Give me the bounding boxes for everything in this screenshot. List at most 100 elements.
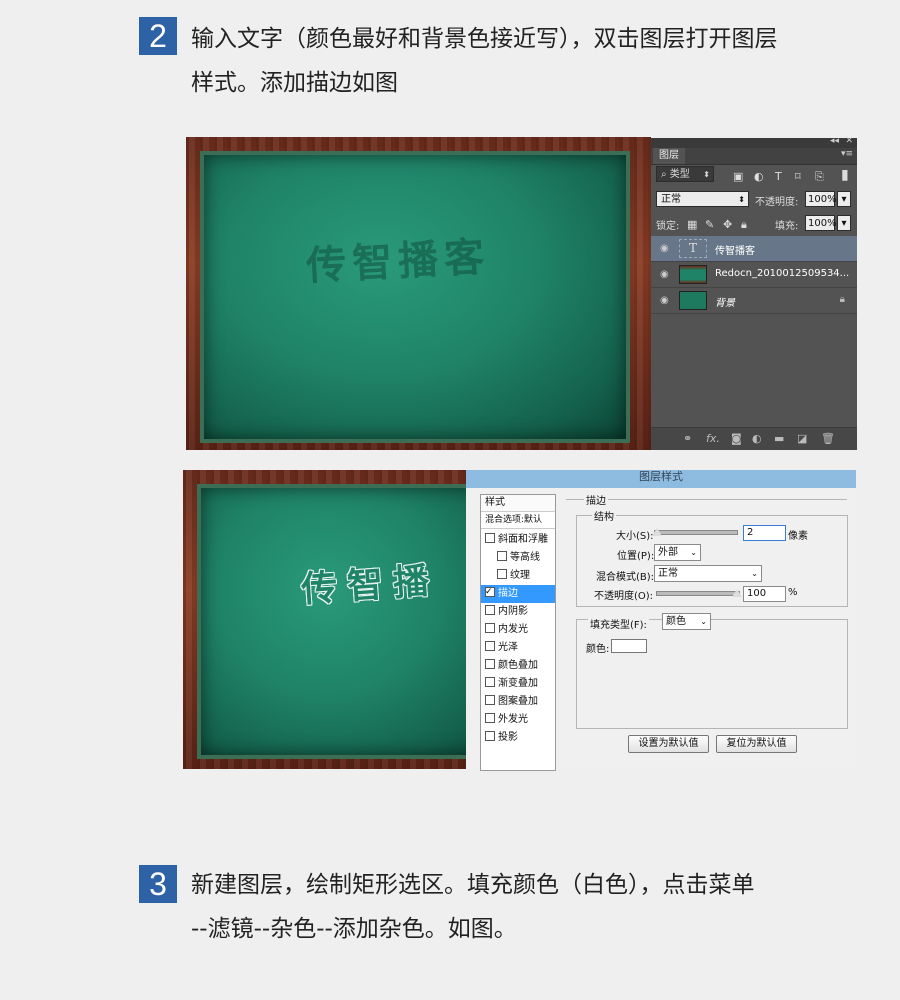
size-slider[interactable]	[654, 530, 738, 535]
style-item[interactable]: 等高线	[481, 549, 555, 567]
dialog-title: 图层样式	[466, 470, 856, 488]
panel-menu-icon[interactable]: ▾≡	[841, 149, 853, 159]
tab-layers[interactable]: 图层	[653, 148, 685, 164]
fill-type-select[interactable]: 颜色 ⌄	[662, 613, 711, 630]
style-item[interactable]: 斜面和浮雕	[481, 531, 555, 549]
style-item[interactable]: 图案叠加	[481, 693, 555, 711]
style-checkbox[interactable]	[497, 551, 507, 561]
style-item[interactable]: 渐变叠加	[481, 675, 555, 693]
style-item[interactable]: 颜色叠加	[481, 657, 555, 675]
style-item[interactable]: 外发光	[481, 711, 555, 729]
adjustment-icon[interactable]: ◐	[752, 432, 762, 445]
style-item-label: 内阴影	[498, 606, 528, 617]
link-icon[interactable]: ⚭	[683, 432, 692, 445]
style-checkbox[interactable]	[485, 713, 495, 723]
styles-header[interactable]: 样式	[481, 495, 555, 512]
blend-mode-value: 正常	[661, 194, 681, 205]
opacity-input[interactable]: 100%	[805, 191, 837, 207]
style-checkbox[interactable]	[485, 605, 495, 615]
eye-icon[interactable]: ◉	[660, 269, 669, 280]
step-2-line2: 样式。添加描边如图	[191, 70, 398, 96]
blackboard-surface	[204, 155, 626, 439]
filter-toggle-icon[interactable]: ▮	[841, 167, 849, 183]
lock-all-icon[interactable]: 🔒︎	[741, 218, 747, 232]
style-item[interactable]: 光泽	[481, 639, 555, 657]
folder-icon[interactable]: ▬	[774, 432, 784, 445]
eye-icon[interactable]: ◉	[660, 295, 669, 306]
color-swatch[interactable]	[611, 639, 647, 653]
stroke-opacity-label: 不透明度(O):	[594, 591, 654, 602]
style-checkbox[interactable]	[485, 623, 495, 633]
lock-brush-icon[interactable]: ✎	[705, 218, 714, 231]
lock-move-icon[interactable]: ✥	[723, 218, 732, 231]
filter-adjust-icon[interactable]: ◐	[754, 170, 764, 183]
blend-options-item[interactable]: 混合选项:默认	[481, 512, 555, 529]
chevron-down-icon: ⌄	[751, 569, 758, 578]
opacity-dropdown[interactable]: ▾	[837, 191, 851, 207]
filter-text-icon[interactable]: T	[775, 170, 782, 183]
layer-text[interactable]: ◉ T 传智播客	[651, 236, 857, 262]
step-2-line1: 输入文字（颜色最好和背景色接近写），双击图层打开图层	[191, 26, 778, 52]
chalk-text-faint: 传智播客	[305, 234, 492, 290]
size-unit: 像素	[788, 531, 808, 542]
reset-default-button[interactable]: 复位为默认值	[716, 735, 797, 753]
lock-row: 锁定: ▦ ✎ ✥ 🔒︎ 填充: 100% ▾	[651, 215, 857, 237]
style-item-label: 纹理	[510, 570, 530, 581]
layer-background[interactable]: ◉ 背景 🔒︎	[651, 288, 857, 314]
chevron-updown-icon: ⬍	[738, 195, 745, 204]
fill-type-group	[576, 619, 848, 729]
close-icon[interactable]: ✕	[845, 136, 853, 146]
filter-shape-icon[interactable]: ⌑	[795, 170, 801, 183]
set-default-button[interactable]: 设置为默认值	[628, 735, 709, 753]
opacity-slider[interactable]	[656, 591, 740, 596]
style-item[interactable]: 投影	[481, 729, 555, 747]
panel-footer: ⚭ fx. ◙ ◐ ▬ ◪ 🗑︎	[651, 427, 857, 450]
blend-mode-select[interactable]: 正常 ⬍	[656, 191, 749, 207]
filter-type-select[interactable]: ⌕ 类型 ⬍	[656, 166, 714, 182]
eye-icon[interactable]: ◉	[660, 243, 669, 254]
collapse-icon[interactable]: ◂◂	[830, 136, 839, 146]
style-checkbox[interactable]	[485, 695, 495, 705]
fill-dropdown[interactable]: ▾	[837, 215, 851, 231]
mask-icon[interactable]: ◙	[731, 432, 742, 445]
new-layer-icon[interactable]: ◪	[797, 432, 807, 445]
search-icon: ⌕	[661, 169, 670, 180]
style-item[interactable]: 内发光	[481, 621, 555, 639]
style-checkbox[interactable]	[485, 585, 495, 601]
style-checkbox[interactable]	[485, 641, 495, 651]
size-input[interactable]: 2	[743, 525, 786, 541]
fx-icon[interactable]: fx.	[706, 432, 720, 445]
style-items: 斜面和浮雕等高线纹理描边内阴影内发光光泽颜色叠加渐变叠加图案叠加外发光投影	[481, 529, 555, 747]
position-label: 位置(P):	[617, 551, 655, 562]
position-value: 外部	[658, 547, 678, 558]
style-checkbox[interactable]	[497, 569, 507, 579]
style-item[interactable]: 纹理	[481, 567, 555, 585]
style-item-label: 颜色叠加	[498, 660, 538, 671]
filter-image-icon[interactable]: ▣	[733, 170, 743, 183]
fill-input[interactable]: 100%	[805, 215, 837, 231]
size-slider-knob[interactable]	[652, 528, 662, 536]
position-select[interactable]: 外部 ⌄	[654, 544, 701, 561]
size-label: 大小(S):	[616, 531, 654, 542]
blend-mode-select[interactable]: 正常 ⌄	[654, 565, 762, 582]
opacity-slider-knob[interactable]	[732, 589, 742, 597]
layer-image[interactable]: ◉ Redocn_2010012509534...	[651, 262, 857, 288]
panel-tabbar: 图层 ▾≡	[651, 148, 857, 165]
style-checkbox[interactable]	[485, 659, 495, 669]
style-checkbox[interactable]	[485, 533, 495, 543]
style-item-label: 内发光	[498, 624, 528, 635]
style-checkbox[interactable]	[485, 731, 495, 741]
style-item-label: 图案叠加	[498, 696, 538, 707]
filter-smart-icon[interactable]: ⎘	[815, 170, 824, 184]
style-checkbox[interactable]	[485, 677, 495, 687]
step-3-line2: --滤镜--杂色--添加杂色。如图。	[191, 916, 517, 942]
blackboard-surface	[201, 488, 466, 755]
style-item[interactable]: 描边	[481, 585, 555, 603]
fill-type-value: 颜色	[666, 616, 686, 627]
lock-transparent-icon[interactable]: ▦	[687, 218, 697, 231]
style-item[interactable]: 内阴影	[481, 603, 555, 621]
trash-icon[interactable]: 🗑︎	[821, 432, 835, 445]
layers-panel: ◂◂ ✕ 图层 ▾≡ ⌕ 类型 ⬍ ▣ ◐ T ⌑ ⎘ ▮ 正常 ⬍ 不透明度:…	[651, 136, 857, 450]
stroke-opacity-input[interactable]: 100	[743, 586, 786, 602]
screenshot-2: 传智播	[183, 470, 466, 769]
